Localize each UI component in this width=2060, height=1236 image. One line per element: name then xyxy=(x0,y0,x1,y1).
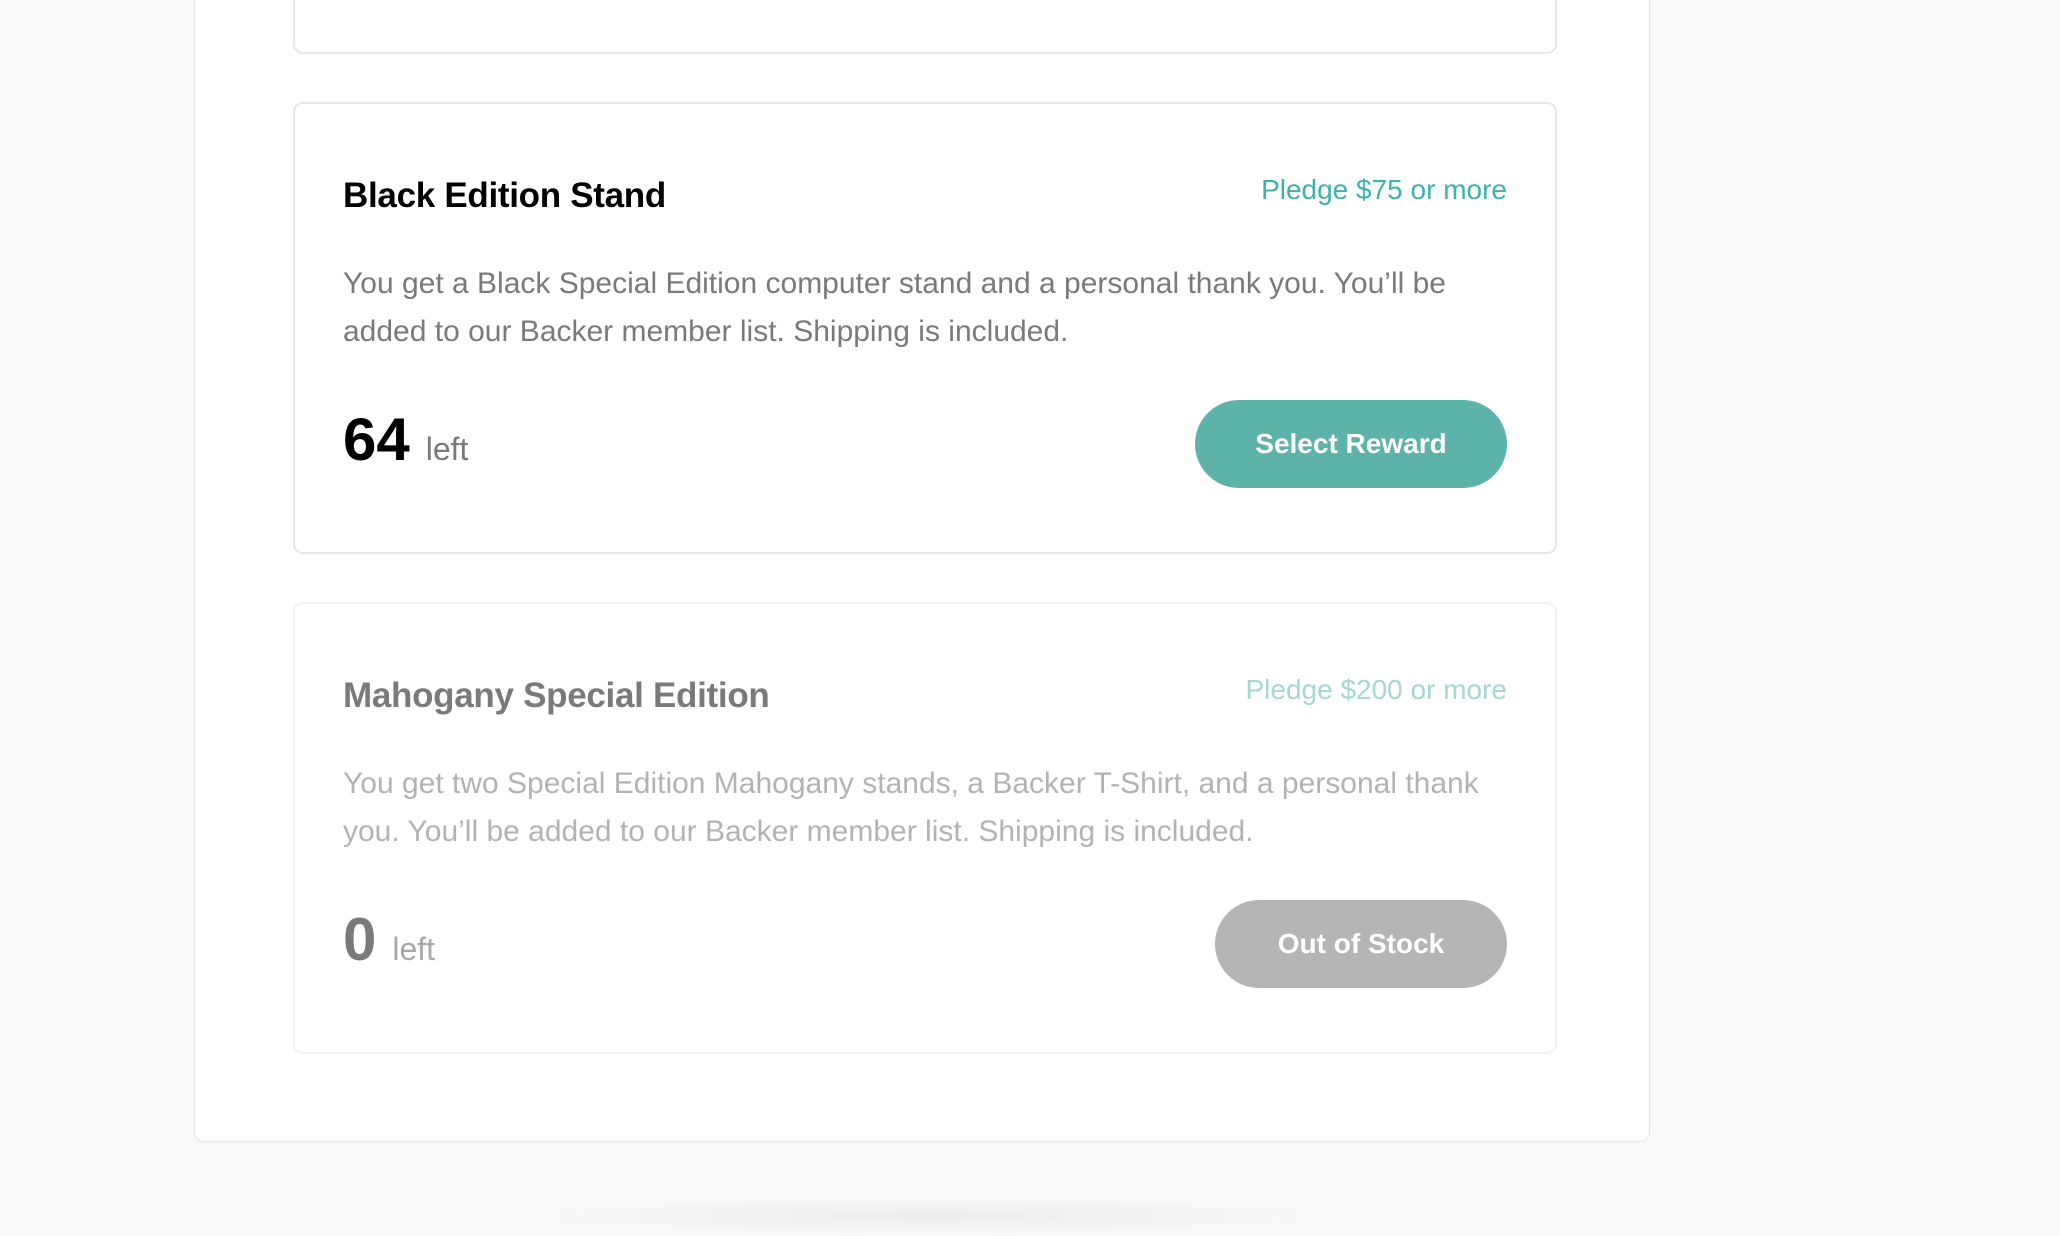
rewards-panel: Black Edition Stand Pledge $75 or more Y… xyxy=(194,0,1650,1142)
reward-card-black-edition: Black Edition Stand Pledge $75 or more Y… xyxy=(293,102,1557,554)
reward-title: Black Edition Stand xyxy=(343,176,666,215)
out-of-stock-button[interactable]: Out of Stock xyxy=(1215,900,1507,988)
reward-stock-count: 0 xyxy=(343,906,377,973)
reward-pledge-amount: Pledge $75 or more xyxy=(1261,174,1507,205)
footer-shadow xyxy=(520,1196,1340,1236)
reward-stock-label: left xyxy=(425,431,469,467)
reward-stock-label: left xyxy=(392,931,436,967)
reward-description: You get two Special Edition Mahogany sta… xyxy=(343,767,1479,848)
reward-stock: 0 left xyxy=(343,910,435,970)
reward-stock-count: 64 xyxy=(343,406,410,473)
reward-card-mahogany-edition: Mahogany Special Edition Pledge $200 or … xyxy=(293,602,1557,1054)
reward-card-previous xyxy=(293,0,1557,54)
select-reward-button[interactable]: Select Reward xyxy=(1195,400,1507,488)
reward-title: Mahogany Special Edition xyxy=(343,676,770,715)
reward-description: You get a Black Special Edition computer… xyxy=(343,267,1446,348)
reward-pledge-amount: Pledge $200 or more xyxy=(1245,674,1507,705)
reward-stock: 64 left xyxy=(343,410,468,470)
